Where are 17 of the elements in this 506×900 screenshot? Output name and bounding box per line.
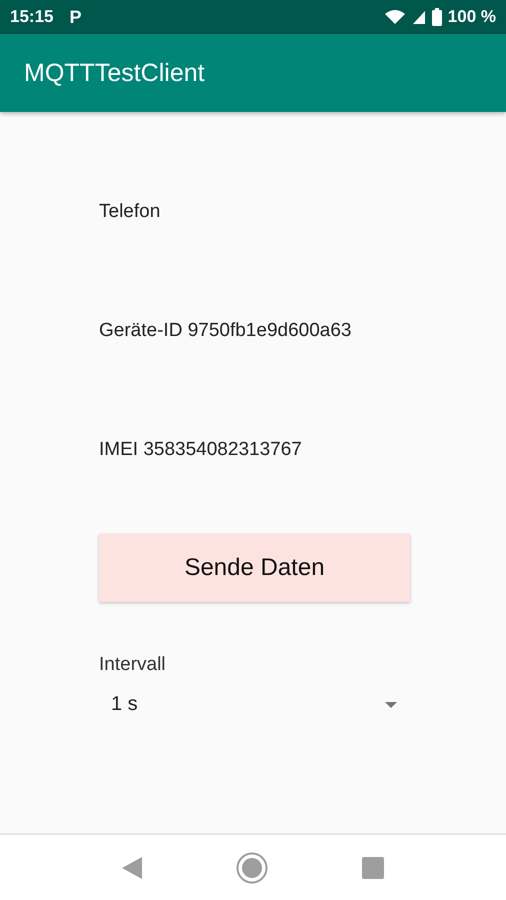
interval-dropdown[interactable]: 1 s	[99, 693, 397, 716]
notification-icon: P	[69, 6, 82, 28]
signal-icon	[412, 9, 426, 25]
info-text: Telefon	[99, 201, 160, 224]
interval-label: Intervall	[99, 654, 166, 676]
info-text: IMEI 358354082313767	[99, 439, 302, 462]
battery-level: 100 %	[448, 7, 496, 27]
status-time: 15:15	[10, 7, 54, 27]
battery-icon	[432, 8, 442, 26]
send-button[interactable]: Sende Daten	[99, 534, 410, 602]
recents-icon[interactable]	[362, 856, 384, 878]
home-icon[interactable]	[236, 852, 268, 884]
wifi-icon	[384, 9, 406, 25]
back-icon[interactable]	[122, 856, 142, 878]
app-title: MQTTTestClient	[24, 58, 205, 88]
dropdown-arrow-icon	[385, 702, 397, 708]
info-text: Geräte-ID 9750fb1e9d600a63	[99, 320, 352, 343]
